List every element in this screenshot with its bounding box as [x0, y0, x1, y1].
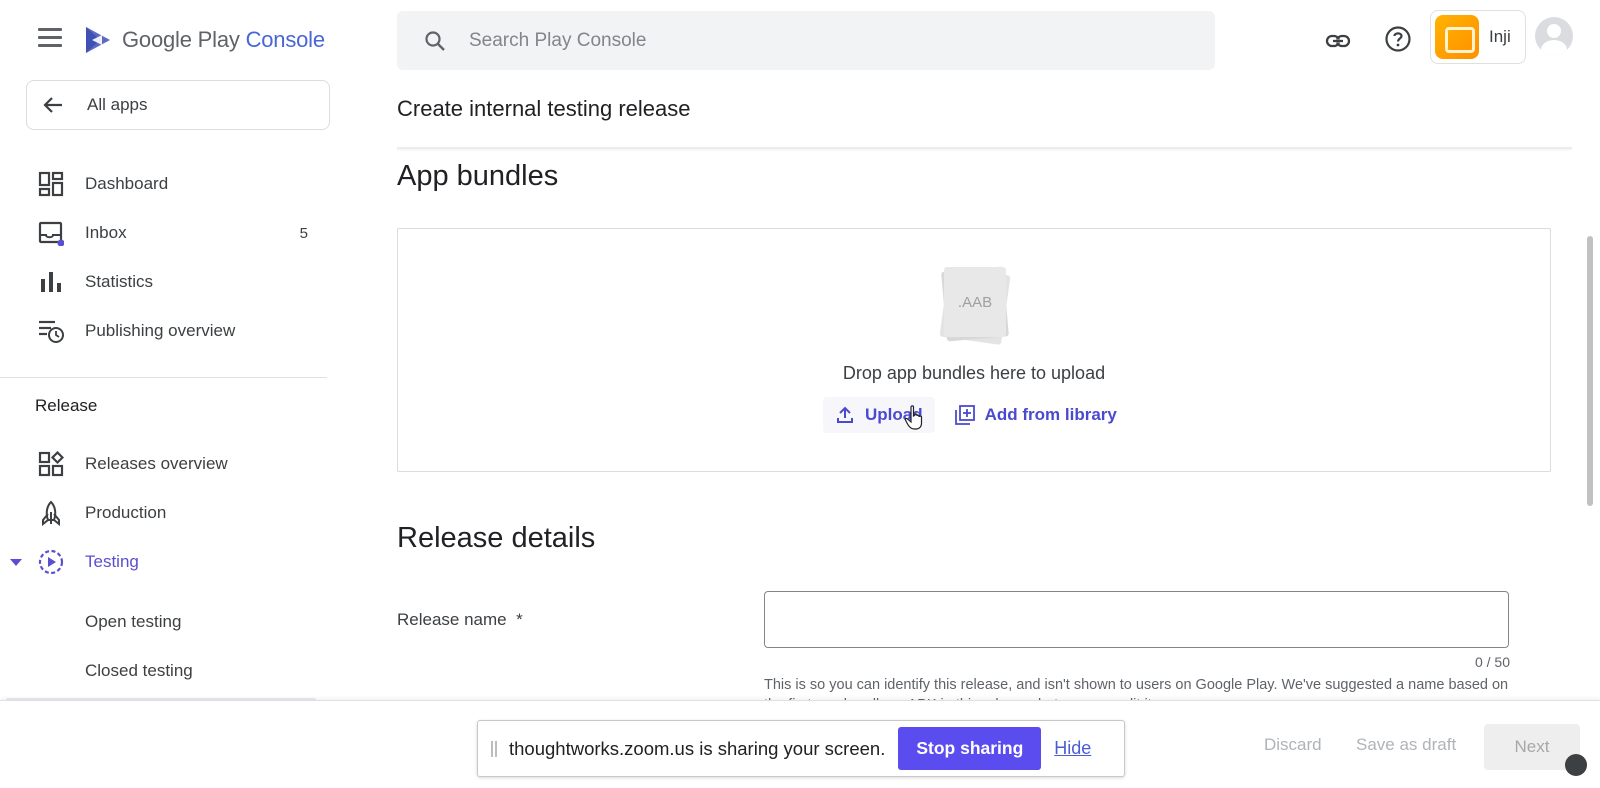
sidebar-item-label: Testing — [85, 552, 139, 571]
release-name-label: Release name * — [397, 610, 523, 629]
sidebar-item-closed-testing[interactable]: Closed testing — [85, 661, 193, 681]
discard-button[interactable]: Discard — [1264, 735, 1322, 755]
share-message: thoughtworks.zoom.us is sharing your scr… — [509, 737, 886, 759]
required-mark: * — [516, 610, 523, 629]
expand-arrow-icon — [10, 559, 22, 566]
add-library-label: Add from library — [984, 405, 1117, 424]
save-draft-button[interactable]: Save as draft — [1356, 735, 1456, 755]
arrow-back-icon — [43, 97, 62, 113]
search-placeholder[interactable]: Search Play Console — [469, 30, 646, 52]
publishing-overview-icon — [39, 320, 64, 343]
app-name: Inji — [1489, 27, 1511, 46]
sidebar-item-label: Releases overview — [85, 454, 228, 473]
inbox-icon — [38, 221, 64, 246]
sidebar-item-label: Inbox — [85, 223, 127, 242]
sidebar-item-dashboard[interactable]: Dashboard — [0, 161, 330, 207]
release-details-heading: Release details — [397, 522, 596, 554]
help-icon[interactable] — [1384, 25, 1412, 53]
sidebar-item-label: Dashboard — [85, 174, 169, 193]
sidebar: All apps Dashboard Inbox 5 Statistics Pu… — [0, 80, 330, 702]
sidebar-item-open-testing[interactable]: Open testing — [85, 612, 181, 632]
play-console-logo[interactable]: Google Play Console — [82, 22, 325, 58]
drag-handle-icon[interactable] — [491, 740, 497, 757]
sidebar-item-label: Statistics — [85, 272, 154, 291]
aab-file-icon: .AAB — [939, 266, 1011, 345]
library-add-icon — [954, 405, 975, 425]
app-icon — [1435, 15, 1479, 59]
search-icon — [425, 30, 445, 51]
search-bar[interactable]: Search Play Console — [397, 11, 1215, 70]
hide-link[interactable]: Hide — [1054, 738, 1091, 759]
screen-share-banner: thoughtworks.zoom.us is sharing your scr… — [477, 720, 1125, 777]
stop-sharing-button[interactable]: Stop sharing — [898, 727, 1042, 770]
release-name-help-text: This is so you can identify this release… — [764, 677, 1509, 703]
account-avatar[interactable] — [1535, 17, 1573, 55]
drop-instructions: Drop app bundles here to upload — [842, 363, 1106, 383]
dashboard-icon — [38, 171, 64, 197]
app-switcher[interactable]: Inji — [1430, 10, 1526, 64]
all-apps-label: All apps — [87, 95, 148, 114]
release-section-label: Release — [35, 396, 98, 415]
testing-icon — [38, 549, 64, 575]
inbox-count-badge: 5 — [299, 224, 308, 242]
rocket-icon — [42, 500, 60, 526]
scrollbar-thumb[interactable] — [1587, 236, 1593, 506]
sidebar-item-publishing-overview[interactable]: Publishing overview — [0, 308, 330, 354]
hand-cursor-icon — [904, 405, 923, 430]
upload-icon — [837, 406, 853, 423]
sidebar-item-statistics[interactable]: Statistics — [0, 259, 330, 305]
title-divider — [397, 147, 1572, 149]
sidebar-divider — [0, 377, 327, 378]
feedback-icon[interactable] — [1565, 754, 1587, 776]
link-icon[interactable] — [1324, 27, 1352, 55]
top-bar: Google Play Console Search Play Console … — [0, 0, 1600, 80]
release-name-input[interactable] — [764, 591, 1509, 648]
logo-text-google-play: Google Play — [122, 27, 240, 52]
app-bundles-heading: App bundles — [397, 160, 559, 192]
releases-overview-icon — [38, 451, 64, 477]
sidebar-item-releases-overview[interactable]: Releases overview — [0, 441, 330, 487]
logo-text-console: Console — [245, 27, 326, 52]
all-apps-button[interactable]: All apps — [26, 80, 330, 130]
aab-label: .AAB — [958, 294, 992, 311]
app-bundle-dropzone[interactable]: .AAB Drop app bundles here to upload Upl… — [397, 228, 1551, 472]
page-title: Create internal testing release — [397, 96, 691, 121]
sidebar-item-inbox[interactable]: Inbox 5 — [0, 210, 330, 256]
char-counter: 0 / 50 — [1474, 654, 1510, 670]
menu-icon[interactable] — [38, 28, 62, 50]
sidebar-item-label: Publishing overview — [85, 321, 236, 340]
sidebar-item-production[interactable]: Production — [0, 490, 330, 536]
sidebar-item-label: Production — [85, 503, 167, 522]
sidebar-item-testing[interactable]: Testing — [0, 539, 330, 585]
add-from-library-button[interactable]: Add from library — [954, 405, 1117, 425]
play-logo-icon — [86, 27, 110, 53]
bar-chart-icon — [41, 272, 61, 292]
